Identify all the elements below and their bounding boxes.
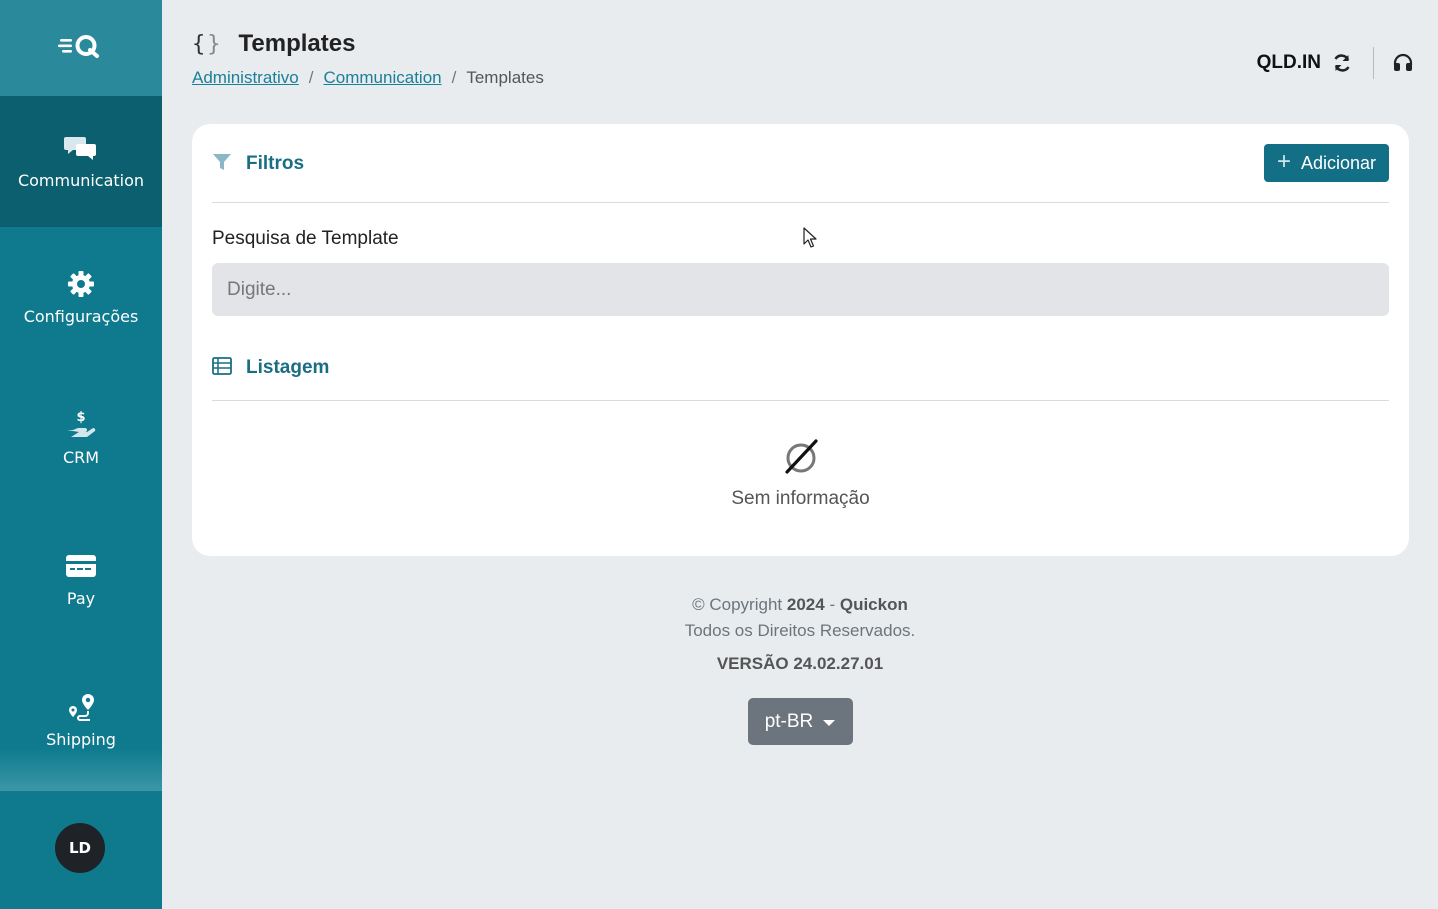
filters-title: Filtros	[246, 153, 305, 174]
version-text: VERSÃO 24.02.27.01	[716, 654, 884, 673]
copyright-prefix: © Copyright	[692, 595, 783, 614]
breadcrumb-separator: /	[451, 68, 457, 87]
filter-icon	[212, 152, 232, 176]
breadcrumb-communication[interactable]: Communication	[324, 68, 442, 88]
template-search-input[interactable]	[212, 263, 1389, 316]
rights-text: Todos os Direitos Reservados.	[684, 621, 916, 640]
sidebar-item-communication[interactable]: Communication	[0, 96, 162, 227]
filters-divider	[212, 202, 1389, 203]
plus-icon: +	[1276, 148, 1291, 175]
copyright: © Copyright 2024 - Quickon	[162, 592, 1438, 618]
filters-header: Filtros	[212, 152, 1389, 176]
add-button[interactable]: + Adicionar	[1264, 144, 1389, 182]
sidebar-item-label: CRM	[62, 448, 100, 467]
sidebar-logo[interactable]	[0, 0, 162, 96]
gear-icon	[64, 269, 98, 299]
header-divider	[1373, 47, 1374, 79]
page-title: Templates	[238, 30, 356, 57]
card-icon	[64, 551, 98, 581]
page-header: {} Templates Administrativo / Communicat…	[192, 30, 544, 88]
empty-state: Sem informação	[192, 438, 1409, 510]
header-actions: QLD.IN	[1257, 45, 1414, 81]
footer: © Copyright 2024 - Quickon Todos os Dire…	[162, 592, 1438, 745]
listing-divider	[212, 400, 1389, 401]
copyright-year: 2024	[786, 595, 825, 614]
breadcrumb-separator: /	[308, 68, 314, 87]
table-list-icon	[212, 357, 232, 379]
sidebar-item-label: Pay	[66, 589, 96, 608]
sidebar-item-label: Communication	[17, 171, 145, 190]
copyright-dash: -	[829, 595, 836, 614]
language-dropdown[interactable]: pt-BR	[747, 698, 853, 745]
search-label: Pesquisa de Template	[212, 228, 399, 249]
empty-state-text: Sem informação	[731, 488, 870, 509]
headset-icon[interactable]	[1392, 52, 1414, 74]
sidebar-item-configuracoes[interactable]: Configurações	[0, 227, 162, 368]
mouse-cursor-icon	[803, 227, 819, 253]
breadcrumb-current: Templates	[466, 68, 544, 87]
sidebar: Communication Configurações $ CRM Pay Sh…	[0, 0, 162, 909]
sidebar-item-crm[interactable]: $ CRM	[0, 368, 162, 509]
copyright-brand: Quickon	[839, 595, 908, 614]
breadcrumb-administrativo[interactable]: Administrativo	[192, 68, 299, 88]
org-name[interactable]: QLD.IN	[1257, 52, 1321, 74]
add-button-label: Adicionar	[1300, 152, 1377, 173]
sidebar-item-label: Shipping	[46, 730, 116, 749]
language-label: pt-BR	[764, 710, 814, 732]
route-pin-icon	[64, 692, 98, 722]
svg-text:$: $	[76, 410, 85, 425]
hand-dollar-icon: $	[64, 410, 98, 440]
user-avatar[interactable]: LD	[55, 823, 105, 873]
chat-bubbles-icon	[64, 133, 98, 163]
sidebar-item-label: Configurações	[23, 307, 139, 326]
refresh-icon[interactable]	[1331, 52, 1353, 74]
sidebar-item-shipping[interactable]: Shipping	[0, 650, 162, 791]
breadcrumb: Administrativo / Communication / Templat…	[192, 68, 544, 88]
listing-title: Listagem	[246, 357, 330, 378]
braces-icon: {}	[192, 31, 223, 57]
caret-down-icon	[823, 719, 836, 726]
sidebar-item-pay[interactable]: Pay	[0, 509, 162, 650]
quickon-logo-icon	[58, 33, 104, 63]
templates-card: Filtros + Adicionar Pesquisa de Template…	[192, 124, 1409, 556]
listing-header: Listagem	[212, 357, 1389, 379]
empty-set-icon	[782, 438, 820, 480]
